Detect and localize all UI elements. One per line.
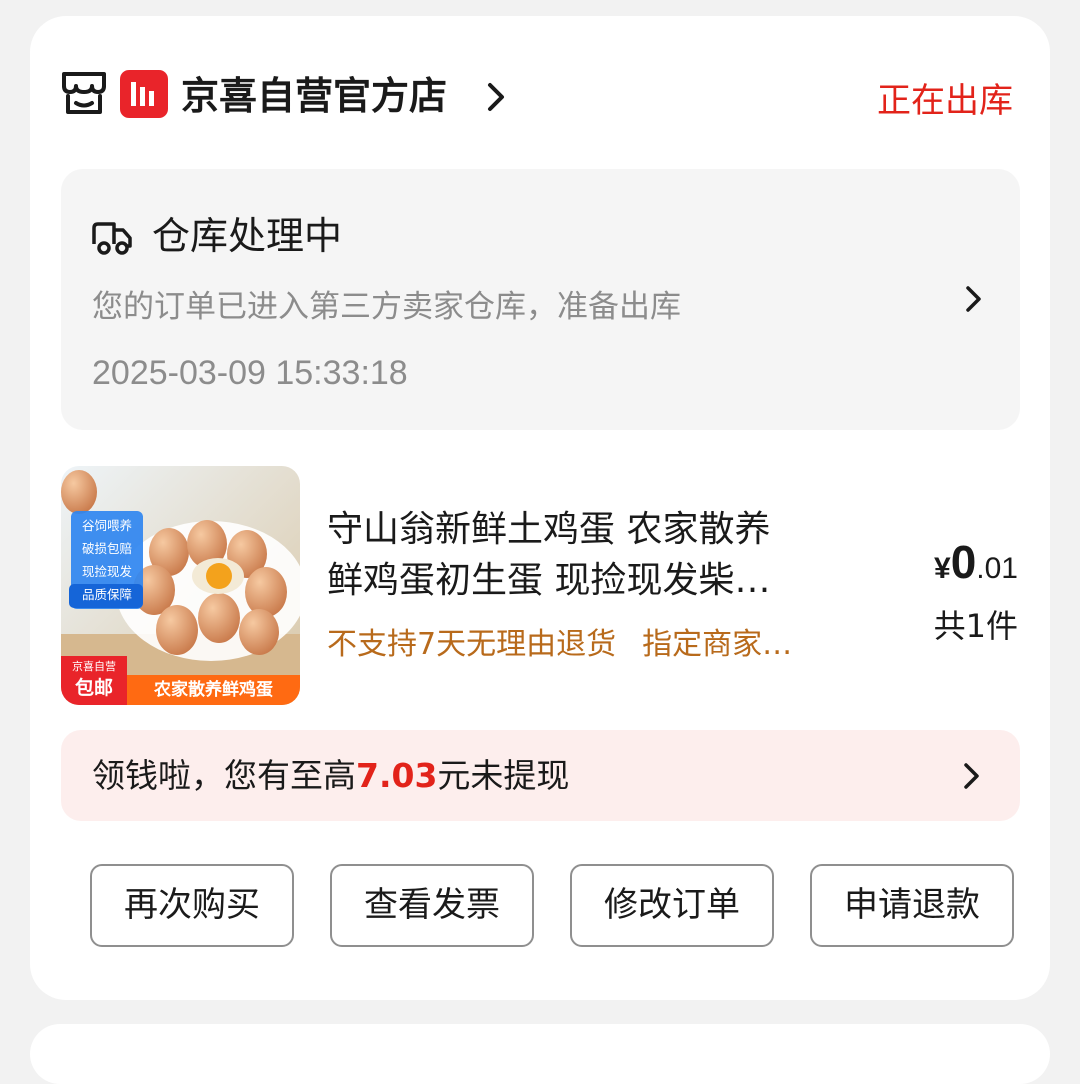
logistics-description: 您的订单已进入第三方卖家仓库，准备出库 xyxy=(92,289,681,325)
promo-text-after: 元未提现 xyxy=(437,756,570,795)
image-badge: 谷饲喂养 xyxy=(81,518,132,533)
product-tags: 不支持7天无理由退货 指定商家… xyxy=(327,624,792,666)
next-order-card xyxy=(30,1024,1050,1084)
product-title[interactable]: 守山翁新鲜土鸡蛋 农家散养 鲜鸡蛋初生蛋 现捡现发柴… xyxy=(327,504,857,606)
tag-no-return: 不支持7天无理由退货 xyxy=(327,627,617,662)
price-integer: 0 xyxy=(950,536,977,588)
store-name[interactable]: 京喜自营官方店 xyxy=(181,70,447,122)
view-invoice-button[interactable]: 查看发票 xyxy=(330,864,534,947)
promo-amount: 7.03 xyxy=(356,756,438,795)
price-decimal: .01 xyxy=(976,552,1018,585)
image-banner: 农家散养鲜鸡蛋 xyxy=(127,675,300,705)
jingxi-logo xyxy=(120,70,168,118)
image-badge: 品质保障 xyxy=(81,587,132,602)
product-quantity: 共1件 xyxy=(933,607,1018,645)
logistics-title: 仓库处理中 xyxy=(152,214,343,258)
product-image[interactable]: 谷饲喂养 破损包赔 现捡现发 品质保障 京喜自营 包邮 农家散养鲜鸡蛋 xyxy=(61,466,300,705)
image-corner-big: 包邮 xyxy=(74,677,113,699)
price-currency: ¥ xyxy=(934,552,951,585)
order-status: 正在出库 xyxy=(877,81,1013,121)
product-price: ¥0.01 xyxy=(934,532,1018,592)
tag-designated-merchant: 指定商家… xyxy=(642,627,793,662)
chevron-right-icon[interactable] xyxy=(964,283,984,315)
buy-again-button[interactable]: 再次购买 xyxy=(90,864,294,947)
store-icon xyxy=(62,72,106,114)
modify-order-button[interactable]: 修改订单 xyxy=(570,864,774,947)
promo-text-before: 领钱啦，您有至高 xyxy=(92,756,356,795)
chevron-right-icon[interactable] xyxy=(962,760,982,792)
image-badge: 现捡现发 xyxy=(81,564,132,579)
logistics-time: 2025-03-09 15:33:18 xyxy=(92,354,408,392)
image-badge: 破损包赔 xyxy=(81,541,132,556)
product-title-line: 鲜鸡蛋初生蛋 现捡现发柴… xyxy=(327,560,771,601)
promo-text: 领钱啦，您有至高7.03元未提现 xyxy=(92,753,569,799)
truck-icon xyxy=(92,222,132,255)
image-corner-small: 京喜自营 xyxy=(72,660,116,673)
product-title-line: 守山翁新鲜土鸡蛋 农家散养 xyxy=(327,509,771,550)
request-refund-button[interactable]: 申请退款 xyxy=(810,864,1014,947)
chevron-right-icon[interactable] xyxy=(486,80,506,114)
